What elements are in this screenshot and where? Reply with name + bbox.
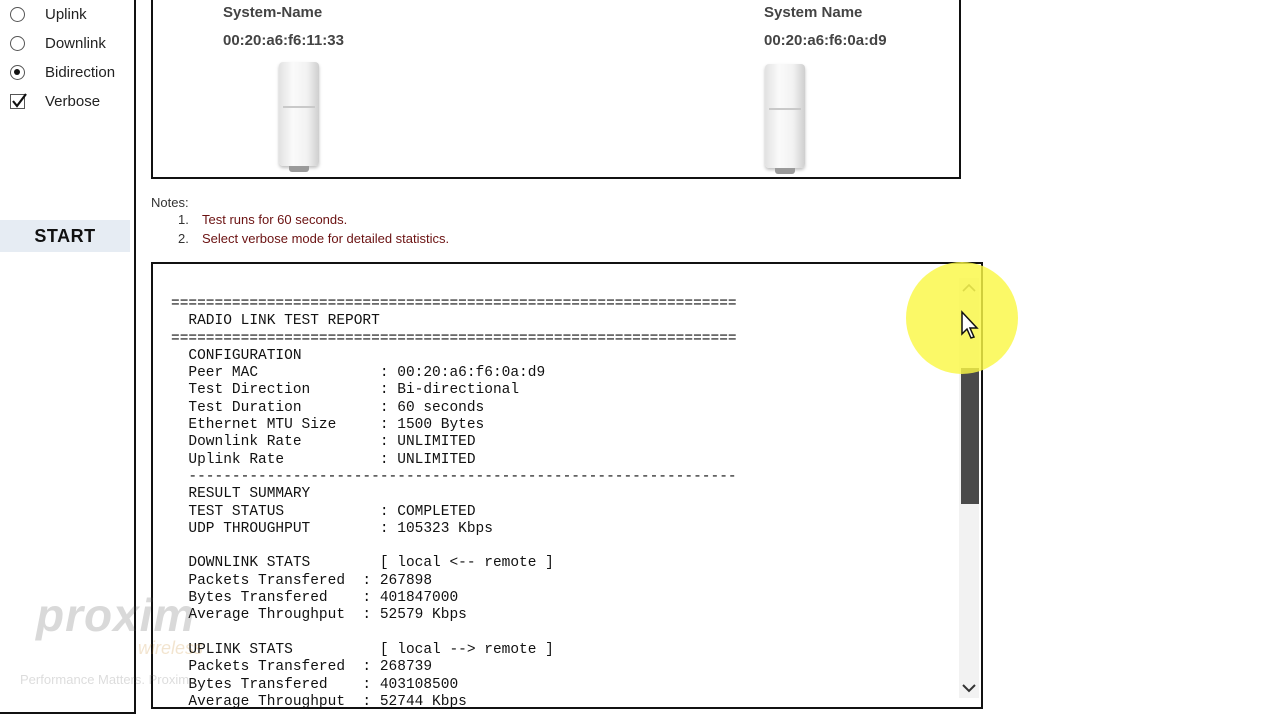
scroll-down-icon[interactable] (959, 678, 979, 698)
test-options-panel: Uplink Downlink Bidirection Verbose STAR… (0, 0, 136, 714)
uplink-radio[interactable] (10, 6, 25, 22)
mouse-pointer-icon (961, 310, 979, 339)
note-item: 1. Test runs for 60 seconds. (178, 210, 449, 229)
test-report-panel[interactable]: ========================================… (151, 262, 983, 709)
notes-title: Notes: (151, 195, 189, 210)
verbose-checkbox[interactable] (10, 92, 27, 109)
note-number: 1. (178, 212, 189, 227)
uplink-option[interactable]: Uplink (10, 3, 87, 25)
remote-radio-icon (765, 64, 805, 174)
bidirection-radio[interactable] (10, 64, 25, 80)
local-device-mac: 00:20:a6:f6:11:33 (223, 32, 344, 49)
local-radio-icon (279, 62, 319, 172)
remote-device-name: System Name (764, 4, 863, 21)
notes-section: Notes: 1. Test runs for 60 seconds. 2. Sel… (151, 195, 449, 248)
downlink-radio[interactable] (10, 35, 25, 51)
link-diagram: System-Name 00:20:a6:f6:11:33 System Nam… (151, 0, 961, 179)
downlink-label: Downlink (45, 34, 106, 52)
downlink-option[interactable]: Downlink (10, 32, 106, 54)
note-number: 2. (178, 231, 189, 246)
report-text: ========================================… (171, 296, 737, 709)
verbose-label: Verbose (45, 92, 101, 110)
uplink-label: Uplink (45, 5, 87, 23)
checkmark-icon (12, 92, 27, 108)
verbose-option[interactable]: Verbose (10, 90, 100, 112)
note-text: Test runs for 60 seconds. (202, 212, 348, 227)
bidirection-option[interactable]: Bidirection (10, 61, 115, 83)
note-text: Select verbose mode for detailed statist… (202, 231, 450, 246)
bidirection-label: Bidirection (45, 63, 116, 81)
local-device-name: System-Name (223, 4, 323, 21)
remote-device-mac: 00:20:a6:f6:0a:d9 (764, 32, 887, 49)
note-item: 2. Select verbose mode for detailed stati… (178, 229, 449, 248)
scroll-thumb[interactable] (961, 368, 979, 504)
start-button[interactable]: START (0, 220, 130, 252)
